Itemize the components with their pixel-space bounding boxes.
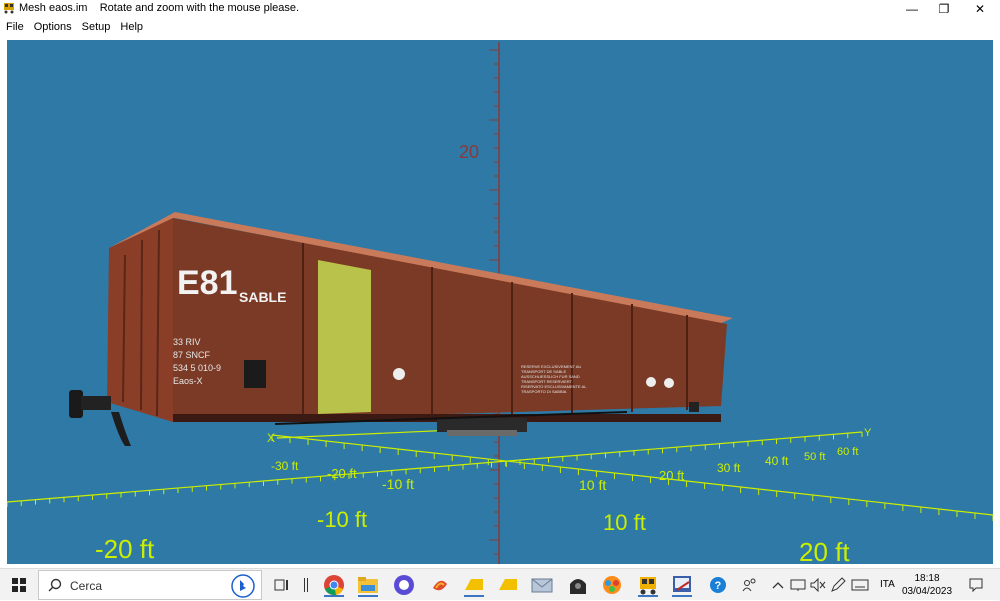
- x-axis-label: X: [267, 431, 275, 445]
- app-window: Mesh eaos.im Rotate and zoom with the mo…: [0, 0, 1000, 568]
- file-explorer-icon[interactable]: [356, 573, 380, 597]
- task-view-icon[interactable]: [270, 573, 294, 597]
- mesh-scene: 20 X Y -30 ft -20 ft -10 ft 10 ft 20 ft …: [7, 42, 993, 564]
- notifications-icon[interactable]: [964, 573, 988, 597]
- floor-axes: [7, 427, 993, 521]
- clock[interactable]: 18:18 03/04/2023: [898, 572, 956, 598]
- wagon-name: SABLE: [239, 289, 286, 305]
- red-app-icon[interactable]: [428, 573, 452, 597]
- start-button[interactable]: [0, 569, 38, 601]
- menu-setup[interactable]: Setup: [76, 21, 115, 33]
- x-tick-label: 10 ft: [579, 477, 606, 493]
- wagon-marking: 33 RIV: [173, 337, 201, 347]
- mesh-app-icon[interactable]: [636, 573, 660, 597]
- x-tick-label: -30 ft: [271, 459, 299, 473]
- clock-time: 18:18: [914, 573, 940, 584]
- colorful-app-icon[interactable]: [600, 573, 624, 597]
- floor-label: -10 ft: [317, 507, 367, 532]
- title-bar[interactable]: Mesh eaos.im Rotate and zoom with the mo…: [0, 0, 1000, 17]
- 3d-viewport[interactable]: 20 X Y -30 ft -20 ft -10 ft 10 ft 20 ft …: [7, 40, 993, 564]
- restore-button[interactable]: ❐: [928, 0, 960, 17]
- menu-file[interactable]: File: [0, 21, 28, 33]
- y-axis-label: Y: [864, 427, 872, 439]
- x-tick-label: 30 ft: [717, 461, 741, 475]
- language-indicator[interactable]: ITA: [880, 579, 895, 590]
- x-tick-label: 20 ft: [659, 468, 685, 483]
- x-tick-label: -20 ft: [327, 466, 357, 481]
- wagon-marking: 534 5 010-9: [173, 363, 221, 373]
- axis-labels: X Y -30 ft -20 ft -10 ft 10 ft 20 ft 30 …: [95, 427, 872, 564]
- window-title: Mesh eaos.im Rotate and zoom with the mo…: [19, 2, 300, 14]
- minimize-button[interactable]: —: [896, 0, 928, 17]
- clock-date: 03/04/2023: [901, 586, 953, 597]
- pen-icon[interactable]: [826, 573, 850, 597]
- search-placeholder: Cerca: [70, 579, 103, 593]
- wagon-notice: TRASPORTO DI SABBIA: [521, 389, 567, 394]
- window-hint: Rotate and zoom with the mouse please.: [99, 2, 300, 14]
- floor-label: 20 ft: [799, 537, 850, 564]
- menu-bar: File Options Setup Help: [0, 17, 1000, 36]
- train-app-icon: [4, 3, 14, 14]
- dark-app-icon[interactable]: [566, 573, 590, 597]
- floor-label: -20 ft: [95, 534, 155, 564]
- freight-wagon-mesh: E81 SABLE 33 RIV 87 SNCF 534 5 010-9 Eao…: [69, 212, 733, 446]
- windows-logo-icon: [12, 578, 26, 592]
- wagon-marking: Eaos-X: [173, 376, 203, 386]
- taskbar-search[interactable]: Cerca: [38, 570, 262, 600]
- x-tick-label: 50 ft: [804, 451, 825, 463]
- mail-icon[interactable]: [530, 573, 554, 597]
- yellow-app-icon[interactable]: [496, 573, 520, 597]
- search-icon: [48, 578, 62, 592]
- wagon-code: E81: [177, 264, 238, 302]
- taskbar-separator-icon: [294, 573, 318, 597]
- help-icon[interactable]: ?: [706, 573, 730, 597]
- menu-help[interactable]: Help: [114, 21, 147, 33]
- x-tick-label: 40 ft: [765, 454, 789, 468]
- wagon-end-face: [107, 218, 173, 422]
- vertical-axis-label: 20: [459, 142, 479, 162]
- editor-app-icon[interactable]: [670, 573, 694, 597]
- people-icon[interactable]: [738, 573, 762, 597]
- bing-icon[interactable]: [231, 574, 255, 598]
- github-icon[interactable]: [392, 573, 416, 597]
- taskbar: Cerca ? ITA 18:18 03/04/2023: [0, 568, 1000, 600]
- menu-options[interactable]: Options: [28, 21, 76, 33]
- x-tick-label: -10 ft: [382, 476, 414, 492]
- wagon-marking: 87 SNCF: [173, 350, 211, 360]
- close-button[interactable]: ✕: [964, 0, 996, 17]
- svg-text:?: ?: [715, 580, 722, 592]
- wagon-door-panel: [318, 260, 371, 414]
- wagon-side-face: [173, 218, 727, 422]
- floor-label: 10 ft: [603, 510, 646, 535]
- x-tick-label: 60 ft: [837, 446, 858, 458]
- yellow-app-icon[interactable]: [462, 573, 486, 597]
- keyboard-icon[interactable]: [848, 573, 872, 597]
- chrome-icon[interactable]: [322, 573, 346, 597]
